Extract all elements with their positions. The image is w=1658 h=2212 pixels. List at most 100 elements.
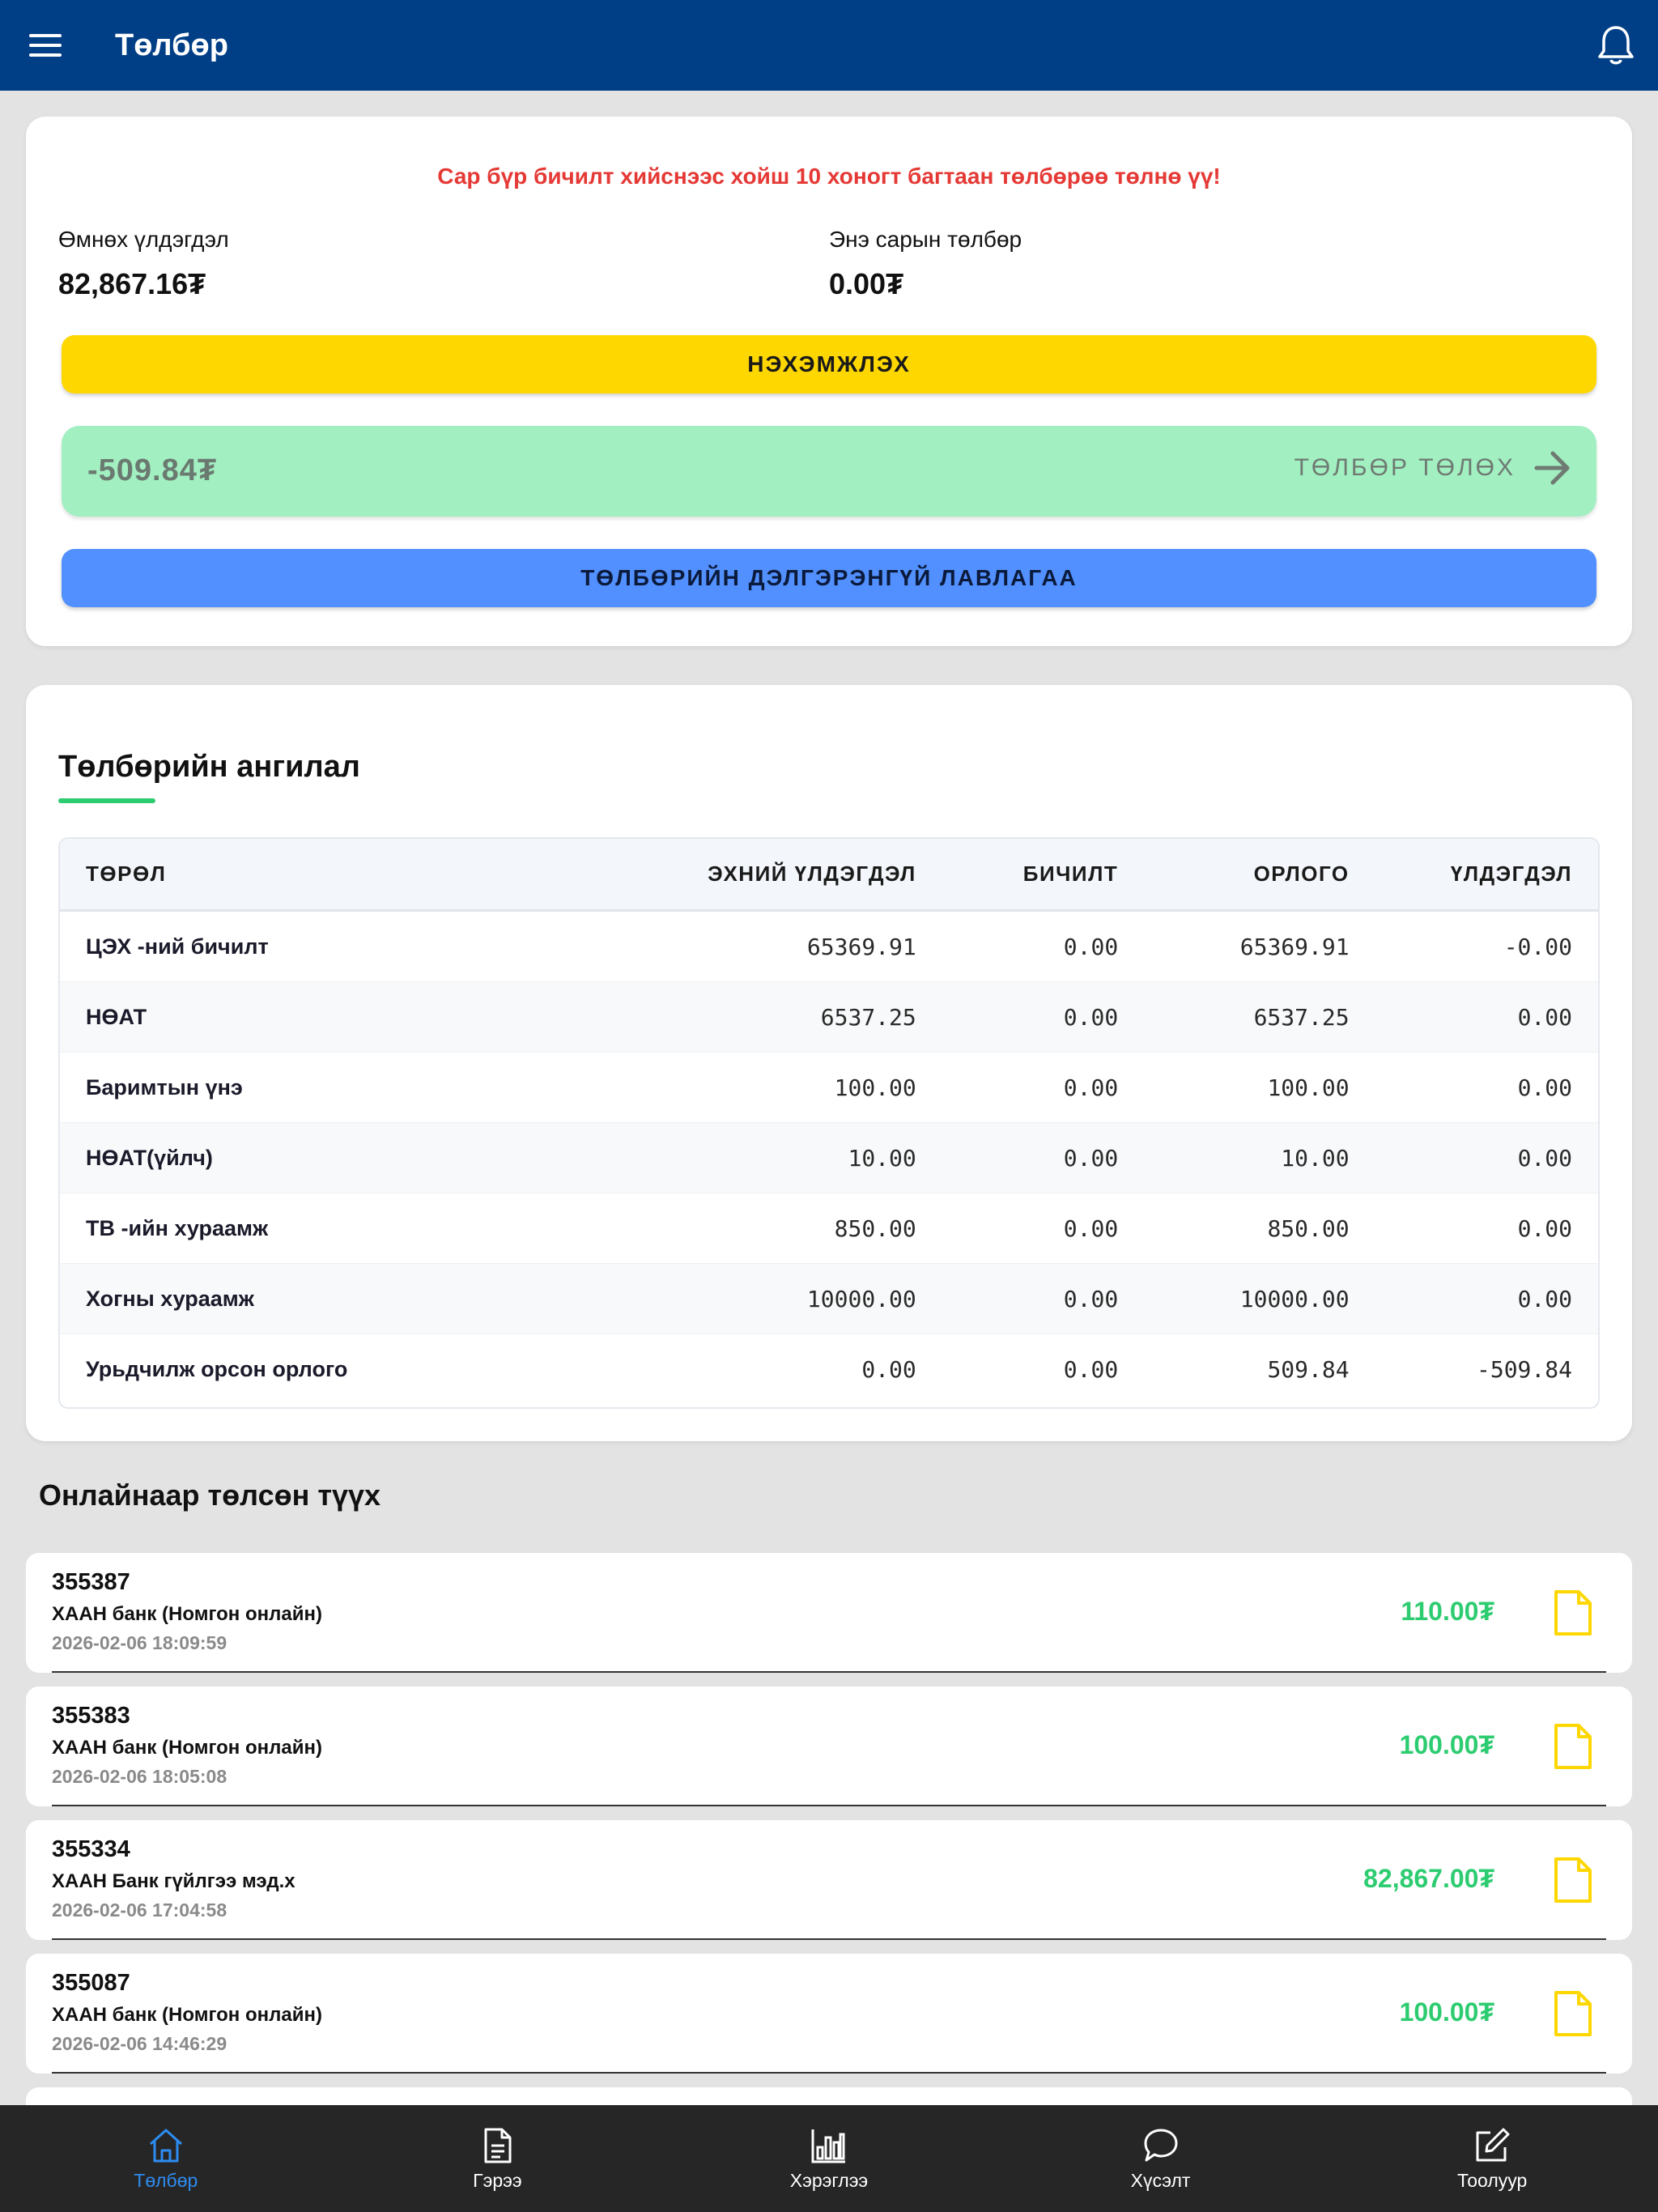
transaction-amount: 110.00₮	[1401, 1597, 1494, 1626]
row-type: ТВ -ийн хураамж	[86, 1215, 269, 1240]
receipt-document-icon[interactable]	[1553, 1856, 1593, 1904]
row-balance: 0.00	[1517, 1285, 1572, 1312]
row-income: 6537.25	[1253, 1003, 1350, 1031]
payment-notice: Сар бүр бичилт хийснээс хойш 10 хоногт б…	[437, 164, 1221, 189]
this-month-label: Энэ сарын төлбөр	[829, 227, 1022, 252]
header-balance: ҮЛДЭГДЭЛ	[1450, 861, 1572, 886]
receipt-document-icon[interactable]	[1553, 1989, 1593, 2038]
divider	[52, 2072, 1606, 2074]
bank-name: ХААН банк (Номгон онлайн)	[52, 1603, 322, 1625]
bank-name: ХААН банк (Номгон онлайн)	[52, 2004, 322, 2026]
table-header: ТӨРӨЛ ЭХНИЙ ҮЛДЭГДЭЛ БИЧИЛТ ОРЛОГО ҮЛДЭГ…	[60, 839, 1598, 912]
row-income: 100.00	[1267, 1074, 1350, 1101]
transaction-amount: 82,867.00₮	[1363, 1864, 1494, 1893]
history-item[interactable]: 355387 ХААН банк (Номгон онлайн) 2026-02…	[26, 1553, 1632, 1673]
prev-balance-value: 82,867.16₮	[58, 267, 206, 300]
row-type: НӨАТ(үйлч)	[86, 1145, 213, 1170]
row-type: ЦЭХ -ний бичилт	[86, 934, 269, 959]
history-item[interactable]: 355087 ХААН банк (Номгон онлайн) 2026-02…	[26, 1954, 1632, 2074]
bottom-navigation: Төлбөр Гэрээ Хэрэглээ Хүсэлт Тоолуур	[0, 2105, 1658, 2212]
transaction-amount: 100.00₮	[1399, 1997, 1494, 2027]
nav-item-payment[interactable]: Төлбөр	[0, 2105, 332, 2212]
nav-item-request[interactable]: Хүсэлт	[995, 2105, 1327, 2212]
transaction-id: 355087	[52, 1970, 130, 1996]
row-balance: -509.84	[1476, 1356, 1572, 1383]
row-charge: 0.00	[1063, 1003, 1119, 1031]
edit-icon	[1476, 2128, 1510, 2161]
chat-bubble-icon	[1144, 2129, 1178, 2161]
balance-summary-card: Сар бүр бичилт хийснээс хойш 10 хоногт б…	[26, 117, 1632, 646]
row-type: Баримтын үнэ	[86, 1074, 243, 1100]
nav-item-meter[interactable]: Тоолуур	[1326, 2105, 1658, 2212]
row-opening: 10000.00	[806, 1285, 916, 1312]
transaction-date: 2026-02-06 14:46:29	[52, 2033, 227, 2054]
nav-label: Хэрэглээ	[789, 2169, 869, 2191]
bar-chart-icon	[811, 2129, 845, 2163]
row-balance: 0.00	[1517, 1074, 1572, 1101]
pay-button[interactable]: ТӨЛБӨР ТӨЛӨХ	[1295, 450, 1572, 486]
nav-item-usage[interactable]: Хэрэглээ	[663, 2105, 995, 2212]
table-row: Хогны хураамж 10000.00 0.00 10000.00 0.0…	[60, 1264, 1598, 1334]
row-income: 10.00	[1281, 1144, 1350, 1172]
table-row: НӨАТ(үйлч) 10.00 0.00 10.00 0.00	[60, 1123, 1598, 1193]
this-month-value: 0.00₮	[829, 267, 904, 300]
table-row: ЦЭХ -ний бичилт 65369.91 0.00 65369.91 -…	[60, 912, 1598, 982]
row-income: 10000.00	[1239, 1285, 1350, 1312]
home-icon	[149, 2129, 182, 2162]
invoice-button[interactable]: НЭХЭМЖЛЭХ	[62, 335, 1596, 393]
row-balance: -0.00	[1503, 933, 1572, 960]
nav-label: Төлбөр	[134, 2169, 198, 2191]
arrow-right-icon	[1534, 451, 1570, 485]
divider	[52, 1805, 1606, 1806]
row-opening: 850.00	[834, 1214, 916, 1242]
hamburger-menu-icon[interactable]	[0, 0, 91, 91]
header-opening-balance: ЭХНИЙ ҮЛДЭГДЭЛ	[708, 861, 916, 886]
nav-label: Гэрээ	[473, 2169, 522, 2191]
table-row: НӨАТ 6537.25 0.00 6537.25 0.00	[60, 982, 1598, 1053]
row-opening: 65369.91	[806, 933, 916, 960]
app-bar: Төлбөр	[0, 0, 1658, 91]
prev-balance-label: Өмнөх үлдэгдэл	[58, 227, 229, 252]
row-charge: 0.00	[1063, 1214, 1119, 1242]
nav-item-contract[interactable]: Гэрээ	[332, 2105, 664, 2212]
transaction-date: 2026-02-06 18:09:59	[52, 1632, 227, 1653]
table-row: ТВ -ийн хураамж 850.00 0.00 850.00 0.00	[60, 1193, 1598, 1264]
row-opening: 10.00	[848, 1144, 916, 1172]
history-item[interactable]: 355334 ХААН Банк гүйлгээ мэд.х 2026-02-0…	[26, 1820, 1632, 1940]
document-icon	[484, 2128, 512, 2163]
history-title: Онлайнаар төлсөн түүх	[39, 1478, 381, 1512]
title-underline	[58, 798, 155, 803]
transaction-id: 355383	[52, 1703, 130, 1729]
pay-amount: -509.84₮	[87, 453, 218, 487]
receipt-document-icon[interactable]	[1553, 1722, 1593, 1771]
row-opening: 0.00	[861, 1356, 916, 1383]
table-row: Баримтын үнэ 100.00 0.00 100.00 0.00	[60, 1053, 1598, 1123]
row-opening: 6537.25	[820, 1003, 916, 1031]
row-balance: 0.00	[1517, 1003, 1572, 1031]
bank-name: ХААН банк (Номгон онлайн)	[52, 1737, 322, 1759]
row-charge: 0.00	[1063, 1285, 1119, 1312]
row-balance: 0.00	[1517, 1144, 1572, 1172]
transaction-amount: 100.00₮	[1399, 1730, 1494, 1759]
nav-label: Тоолуур	[1457, 2169, 1528, 2191]
row-charge: 0.00	[1063, 1356, 1119, 1383]
bank-name: ХААН Банк гүйлгээ мэд.х	[52, 1870, 295, 1892]
transaction-id: 355334	[52, 1836, 130, 1862]
row-charge: 0.00	[1063, 933, 1119, 960]
header-type: ТӨРӨЛ	[86, 861, 167, 886]
pay-bar[interactable]: -509.84₮ ТӨЛБӨР ТӨЛӨХ	[62, 426, 1596, 517]
row-balance: 0.00	[1517, 1214, 1572, 1242]
transaction-date: 2026-02-06 17:04:58	[52, 1899, 227, 1921]
payment-detail-button[interactable]: ТӨЛБӨРИЙН ДЭЛГЭРЭНГҮЙ ЛАВЛАГАА	[62, 549, 1596, 607]
nav-label: Хүсэлт	[1130, 2169, 1191, 2191]
page-title: Төлбөр	[115, 28, 228, 62]
row-income: 509.84	[1267, 1356, 1350, 1383]
bell-icon[interactable]	[1593, 23, 1639, 68]
header-charge: БИЧИЛТ	[1022, 861, 1119, 886]
receipt-document-icon[interactable]	[1553, 1589, 1593, 1637]
transaction-date: 2026-02-06 18:05:08	[52, 1766, 227, 1787]
history-item[interactable]: 355383 ХААН банк (Номгон онлайн) 2026-02…	[26, 1687, 1632, 1806]
divider	[52, 1671, 1606, 1673]
transaction-id: 355387	[52, 1569, 130, 1595]
divider	[52, 1938, 1606, 1940]
